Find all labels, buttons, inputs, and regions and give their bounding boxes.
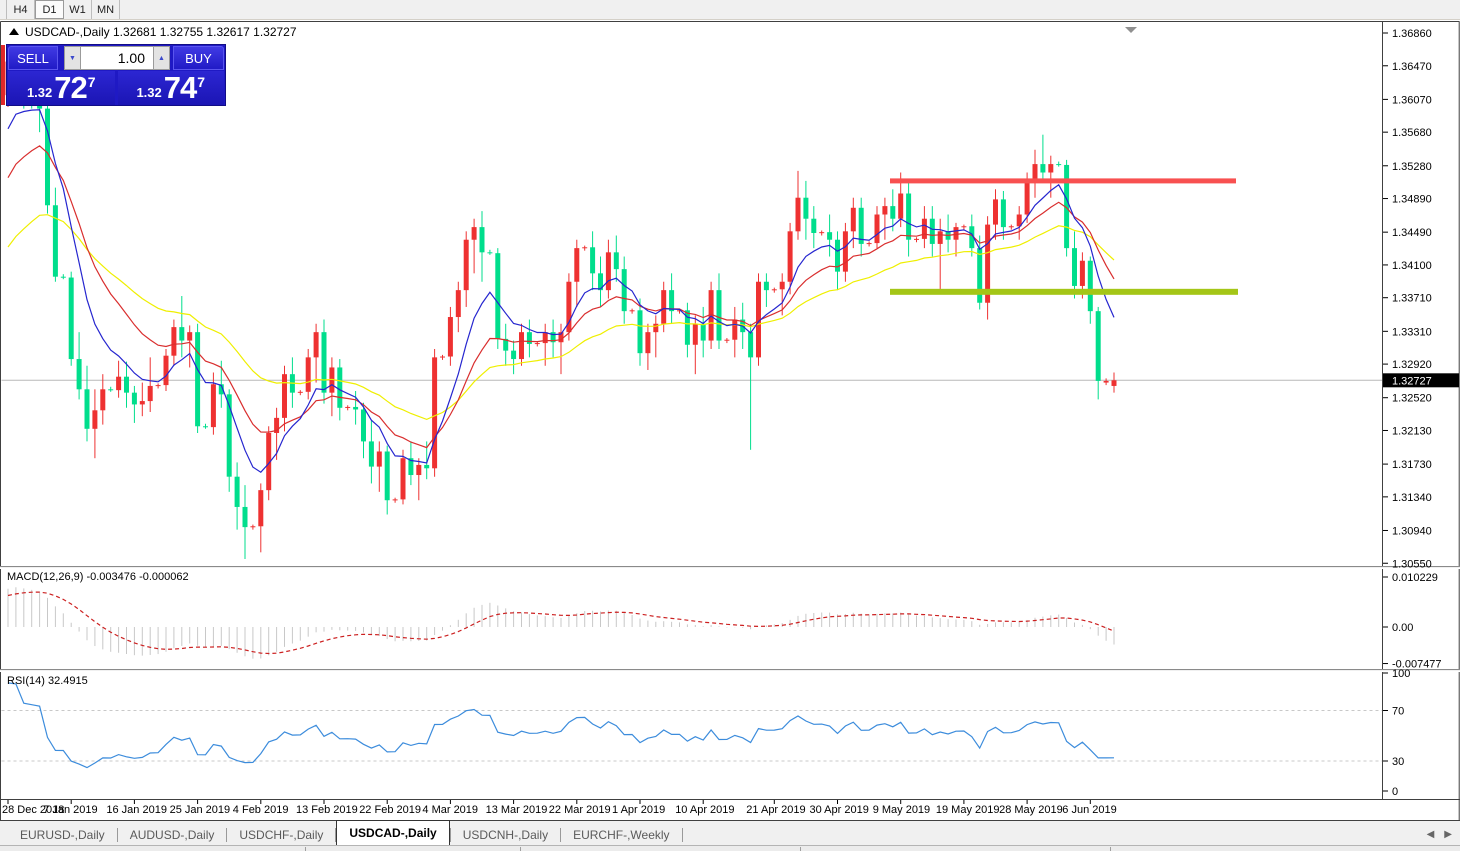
svg-text:1.35280: 1.35280 bbox=[1392, 161, 1432, 173]
svg-text:25 Jan 2019: 25 Jan 2019 bbox=[170, 804, 231, 816]
svg-text:1.32520: 1.32520 bbox=[1392, 393, 1432, 405]
svg-text:1.32727: 1.32727 bbox=[1392, 375, 1432, 387]
chart-tab-eurchf[interactable]: EURCHF-,Weekly bbox=[561, 824, 681, 846]
chart-tab-usdchf[interactable]: USDCHF-,Daily bbox=[227, 824, 335, 846]
svg-text:30: 30 bbox=[1392, 756, 1404, 768]
svg-text:22 Mar 2019: 22 Mar 2019 bbox=[549, 804, 611, 816]
rsi-line bbox=[8, 683, 1114, 768]
chart-tab-bar: EURUSD-,DailyAUDUSD-,DailyUSDCHF-,DailyU… bbox=[0, 820, 1460, 846]
sell-price-display[interactable]: 1.32 72 7 bbox=[8, 71, 115, 105]
status-strip bbox=[0, 845, 1460, 851]
macd-pane[interactable] bbox=[8, 587, 1114, 658]
timeframe-button-d1[interactable]: D1 bbox=[35, 0, 64, 19]
svg-text:1.31340: 1.31340 bbox=[1392, 492, 1432, 504]
sell-price-prefix: 1.32 bbox=[27, 83, 52, 103]
svg-text:6 Jun 2019: 6 Jun 2019 bbox=[1062, 804, 1116, 816]
date-axis[interactable]: 28 Dec 20187 Jan 201916 Jan 201925 Jan 2… bbox=[2, 800, 1117, 816]
timeframe-button-mn[interactable]: MN bbox=[92, 0, 120, 19]
support-line[interactable] bbox=[890, 289, 1238, 295]
svg-text:1.34100: 1.34100 bbox=[1392, 260, 1432, 272]
svg-text:9 May 2019: 9 May 2019 bbox=[873, 804, 930, 816]
status-divider bbox=[520, 847, 521, 851]
buy-price-prefix: 1.32 bbox=[136, 83, 161, 103]
svg-text:19 May 2019: 19 May 2019 bbox=[936, 804, 1000, 816]
volume-increase-button[interactable]: ▲ bbox=[153, 46, 170, 70]
tab-scroll-right-icon[interactable]: ▶ bbox=[1444, 830, 1452, 840]
svg-text:13 Mar 2019: 13 Mar 2019 bbox=[486, 804, 548, 816]
trade-panel-accent bbox=[1, 45, 5, 105]
price-pane[interactable] bbox=[2, 51, 1383, 559]
svg-text:10 Apr 2019: 10 Apr 2019 bbox=[675, 804, 734, 816]
macd-label: MACD(12,26,9) -0.003476 -0.000062 bbox=[7, 571, 189, 583]
svg-text:1.30940: 1.30940 bbox=[1392, 525, 1432, 537]
rsi-pane[interactable] bbox=[2, 683, 1383, 768]
svg-text:1.36860: 1.36860 bbox=[1392, 28, 1432, 40]
rsi-axis[interactable]: 100 70 30 0 bbox=[1383, 668, 1410, 798]
svg-text:1.36470: 1.36470 bbox=[1392, 61, 1432, 73]
medium-ma-line bbox=[8, 146, 1114, 448]
svg-text:1.32130: 1.32130 bbox=[1392, 425, 1432, 437]
one-click-trade-panel: SELL ▼ ▲ BUY 1.32 72 7 1.32 74 7 bbox=[6, 44, 226, 106]
buy-price-pip: 7 bbox=[197, 74, 205, 90]
chart-title: USDCAD-,Daily 1.32681 1.32755 1.32617 1.… bbox=[9, 25, 297, 39]
timeframe-button-w1[interactable]: W1 bbox=[64, 0, 92, 19]
chart-tab-audusd[interactable]: AUDUSD-,Daily bbox=[118, 824, 227, 846]
svg-text:1.33710: 1.33710 bbox=[1392, 293, 1432, 305]
terminal-window: H4D1W1MN USDCAD-,Daily 1.32681 1.32755 1… bbox=[0, 0, 1460, 851]
collapse-triangle-icon[interactable] bbox=[9, 28, 19, 35]
sell-price-main: 72 bbox=[54, 73, 86, 103]
chart-tab-eurusd[interactable]: EURUSD-,Daily bbox=[8, 824, 117, 846]
chart-tab-usdcad[interactable]: USDCAD-,Daily bbox=[336, 820, 449, 846]
svg-text:7 Jan 2019: 7 Jan 2019 bbox=[43, 804, 97, 816]
svg-text:1.35680: 1.35680 bbox=[1392, 127, 1432, 139]
timeframe-toolbar: H4D1W1MN bbox=[0, 0, 1460, 20]
svg-text:0.00: 0.00 bbox=[1392, 622, 1413, 634]
svg-text:16 Jan 2019: 16 Jan 2019 bbox=[106, 804, 167, 816]
volume-input[interactable] bbox=[81, 46, 153, 70]
status-divider bbox=[1110, 847, 1111, 851]
svg-text:1.36070: 1.36070 bbox=[1392, 94, 1432, 106]
svg-text:1.30550: 1.30550 bbox=[1392, 558, 1432, 570]
candles-layer bbox=[6, 51, 1117, 559]
svg-text:4 Feb 2019: 4 Feb 2019 bbox=[233, 804, 289, 816]
svg-text:0: 0 bbox=[1392, 786, 1398, 798]
svg-text:1.31730: 1.31730 bbox=[1392, 459, 1432, 471]
svg-text:28 May 2019: 28 May 2019 bbox=[999, 804, 1063, 816]
status-divider bbox=[800, 847, 801, 851]
status-divider bbox=[305, 847, 306, 851]
svg-text:70: 70 bbox=[1392, 706, 1404, 718]
svg-text:22 Feb 2019: 22 Feb 2019 bbox=[359, 804, 421, 816]
svg-text:USDCAD-,Daily 1.32681 1.32755: USDCAD-,Daily 1.32681 1.32755 1.32617 1.… bbox=[25, 25, 297, 39]
tab-scroll-controls: ◀▶ bbox=[1427, 824, 1460, 846]
timeframe-button-h4[interactable]: H4 bbox=[7, 0, 35, 19]
svg-text:30 Apr 2019: 30 Apr 2019 bbox=[810, 804, 869, 816]
chart-tab-usdcnh[interactable]: USDCNH-,Daily bbox=[451, 824, 560, 846]
svg-text:0.010229: 0.010229 bbox=[1392, 572, 1438, 584]
svg-text:1.34490: 1.34490 bbox=[1392, 227, 1432, 239]
svg-text:1.34890: 1.34890 bbox=[1392, 194, 1432, 206]
volume-decrease-button[interactable]: ▼ bbox=[64, 46, 81, 70]
tab-scroll-left-icon[interactable]: ◀ bbox=[1427, 830, 1435, 840]
macd-axis[interactable]: 0.0102290.00-0.007477 bbox=[1383, 572, 1442, 671]
svg-text:13 Feb 2019: 13 Feb 2019 bbox=[296, 804, 358, 816]
buy-price-main: 74 bbox=[164, 73, 196, 103]
chart-canvas[interactable]: USDCAD-,Daily 1.32681 1.32755 1.32617 1.… bbox=[0, 0, 1460, 851]
svg-text:4 Mar 2019: 4 Mar 2019 bbox=[422, 804, 478, 816]
svg-text:100: 100 bbox=[1392, 668, 1410, 680]
chart-shift-marker-icon[interactable] bbox=[1125, 27, 1137, 33]
svg-text:1.32920: 1.32920 bbox=[1392, 359, 1432, 371]
svg-text:1 Apr 2019: 1 Apr 2019 bbox=[612, 804, 665, 816]
sell-button[interactable]: SELL bbox=[8, 46, 58, 70]
resistance-line[interactable] bbox=[890, 178, 1236, 183]
svg-text:21 Apr 2019: 21 Apr 2019 bbox=[746, 804, 805, 816]
buy-button[interactable]: BUY bbox=[173, 46, 224, 70]
price-axis[interactable]: 1.36860 1.36470 1.36070 1.35680 1.35280 1.348… bbox=[1383, 28, 1459, 570]
rsi-label: RSI(14) 32.4915 bbox=[7, 675, 88, 687]
buy-price-display[interactable]: 1.32 74 7 bbox=[118, 71, 225, 105]
svg-text:1.33310: 1.33310 bbox=[1392, 326, 1432, 338]
sell-price-pip: 7 bbox=[88, 74, 96, 90]
tab-separator bbox=[682, 828, 683, 842]
